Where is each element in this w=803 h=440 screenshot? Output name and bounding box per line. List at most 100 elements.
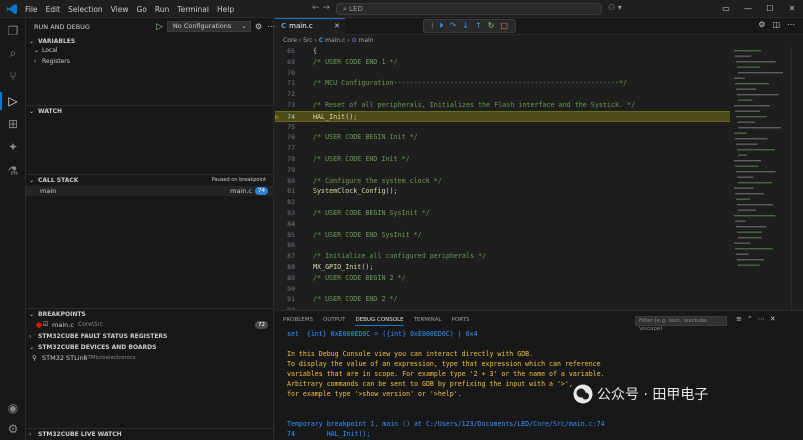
menu-run[interactable]: Run (155, 5, 169, 14)
code-line[interactable]: 77 (275, 143, 730, 154)
menu-go[interactable]: Go (136, 5, 146, 14)
tab-debug-console[interactable]: DEBUG CONSOLE (355, 317, 404, 326)
tab-problems[interactable]: PROBLEMS (283, 317, 313, 326)
layout-icon[interactable]: ▭ (715, 0, 737, 18)
source-control-icon[interactable]: ⑂ (6, 69, 20, 83)
device-item[interactable]: ⚲ STM32 STLink STMicroelectronics (26, 353, 274, 363)
console-line: for example type '>show version' or '>he… (287, 390, 462, 398)
code-line[interactable]: 76 /* USER CODE BEGIN Init */ (275, 132, 730, 143)
drag-handle-icon[interactable]: ⁞ (431, 20, 434, 32)
breakpoints-section-header[interactable]: ⌄ BREAKPOINTS (26, 309, 274, 320)
more-actions-icon[interactable]: ⋯ (758, 315, 765, 323)
copilot-icon[interactable]: ⚇ ▾ (608, 3, 622, 12)
code-line[interactable]: 73 /* Reset of all peripherals, Initializ… (275, 100, 730, 111)
maximize-panel-icon[interactable]: ⌃ (747, 315, 753, 323)
code-line[interactable]: 71 /* MCU Configuration------------------… (275, 78, 730, 89)
start-debugging-icon[interactable]: ▷ (156, 22, 163, 32)
tree-item-local[interactable]: ⌄ Local (34, 46, 58, 56)
code-line[interactable]: 72 (275, 89, 730, 100)
fault-registers-section-header[interactable]: › STM32CUBE FAULT STATUS REGISTERS (26, 331, 274, 342)
close-tab-icon[interactable]: ✕ (334, 19, 340, 34)
code-line[interactable]: 91 /* USER CODE END 2 */ (275, 294, 730, 305)
breakpoint-item[interactable]: ● ☑ main.c Core\Src 72 (26, 320, 274, 330)
devices-section-header[interactable]: ⌄ STM32CUBE DEVICES AND BOARDS (26, 342, 274, 353)
code-text: /* Reset of all peripherals, Initializes… (313, 101, 636, 109)
live-watch-section-header[interactable]: › STM32CUBE LIVE WATCH (26, 429, 274, 440)
close-icon[interactable]: ✕ (781, 0, 803, 18)
code-line[interactable]: 70 (275, 68, 730, 79)
run-settings-icon[interactable]: ⚙ (758, 20, 765, 29)
manage-gear-icon[interactable]: ⚙ (6, 422, 20, 436)
breadcrumb-symbol[interactable]: main (358, 37, 373, 44)
code-line[interactable]: 78 /* USER CODE END Init */ (275, 154, 730, 165)
breadcrumb-file[interactable]: main.c (325, 37, 345, 44)
tab-output[interactable]: OUTPUT (323, 317, 345, 326)
stop-icon[interactable]: □ (500, 20, 508, 32)
code-line[interactable]: 81 SystemClock_Config(); (275, 186, 730, 197)
console-filter-input[interactable]: Filter (e.g. text, !exclude, \escape) (635, 316, 727, 332)
minimize-icon[interactable]: — (737, 0, 759, 18)
minimap-line (737, 204, 773, 206)
code-line[interactable]: 90 (275, 284, 730, 295)
code-line[interactable]: 75 (275, 122, 730, 133)
search-icon[interactable]: ⌕ (6, 46, 20, 60)
code-line[interactable]: 87 /* Initialize all configured periphera… (275, 251, 730, 262)
code-line[interactable]: 65 { (275, 46, 730, 57)
menu-view[interactable]: View (111, 5, 129, 14)
restart-icon[interactable]: ↻ (488, 20, 495, 32)
code-line[interactable]: 69 /* USER CODE END 1 */ (275, 57, 730, 68)
split-editor-icon[interactable]: ◫ (772, 20, 780, 29)
code-line[interactable]: 88 MX_GPIO_Init(); (275, 262, 730, 273)
line-number: 88 (287, 263, 295, 271)
menu-edit[interactable]: Edit (46, 5, 61, 14)
accounts-icon[interactable]: ◉ (6, 401, 20, 415)
watch-section-header[interactable]: ⌄ WATCH (26, 106, 274, 117)
clear-console-icon[interactable]: ≡ (736, 315, 742, 323)
more-actions-icon[interactable]: ⋯ (267, 22, 275, 31)
code-line[interactable]: 84 (275, 219, 730, 230)
code-editor[interactable]: 65 {69 /* USER CODE END 1 */ 70 71 /* MCU Con… (275, 46, 730, 347)
menu-help[interactable]: Help (217, 5, 234, 14)
maximize-icon[interactable]: ☐ (759, 0, 781, 18)
more-actions-icon[interactable]: ⋯ (787, 20, 795, 29)
close-panel-icon[interactable]: ✕ (770, 315, 776, 323)
continue-icon[interactable]: ⏵ (440, 20, 444, 32)
variables-section-header[interactable]: ⌄ VARIABLES (26, 36, 274, 47)
step-into-icon[interactable]: ↓ (462, 20, 469, 32)
debug-console-output[interactable]: set {int} 0xE000ED0C = ({int} 0xE000ED0C… (287, 329, 787, 440)
menu-selection[interactable]: Selection (68, 5, 103, 14)
code-line[interactable]: 79 (275, 165, 730, 176)
breadcrumb-src[interactable]: Src (303, 37, 312, 44)
testing-icon[interactable]: ⚗ (6, 164, 20, 178)
menu-file[interactable]: File (25, 5, 38, 14)
checkbox-icon[interactable]: ☑ (43, 320, 48, 330)
menu-terminal[interactable]: Terminal (177, 5, 209, 14)
code-line[interactable]: 83 /* USER CODE BEGIN SysInit */ (275, 208, 730, 219)
code-line[interactable]: 82 (275, 197, 730, 208)
step-over-icon[interactable]: ↷ (450, 20, 457, 32)
code-line[interactable]: 85 /* USER CODE END SysInit */ (275, 230, 730, 241)
breadcrumb-core[interactable]: Core (283, 37, 297, 44)
code-line[interactable]: 89 /* USER CODE BEGIN 2 */ (275, 273, 730, 284)
minimap[interactable] (730, 46, 790, 310)
call-stack-frame[interactable]: main main.c 74 (26, 186, 274, 196)
extensions-icon[interactable]: ⊞ (6, 117, 20, 131)
explorer-icon[interactable]: ❐ (6, 24, 20, 38)
stm32-icon[interactable]: ✦ (6, 140, 20, 154)
call-stack-section-header[interactable]: ⌄ CALL STACK Paused on breakpoint (26, 175, 274, 186)
debug-config-select[interactable]: No Configurations ⌄ (166, 21, 251, 32)
command-center-search[interactable]: ⌕ LED (336, 3, 602, 15)
tab-terminal[interactable]: TERMINAL (414, 317, 442, 326)
code-line[interactable]: 80 /* Configure the system clock */ (275, 176, 730, 187)
code-line[interactable]: 86 (275, 240, 730, 251)
code-line[interactable]: ▷ 74 HAL_Init(); (275, 110, 730, 122)
line-number: 75 (287, 122, 295, 131)
config-gear-icon[interactable]: ⚙ (255, 22, 262, 31)
tab-main-c[interactable]: Cmain.c ✕ (275, 18, 345, 35)
tab-ports[interactable]: PORTS (452, 317, 470, 326)
run-debug-icon[interactable]: ▷ (6, 94, 20, 108)
step-out-icon[interactable]: ↑ (475, 20, 482, 32)
editor-scrollbar[interactable] (791, 46, 803, 310)
nav-arrows-icon[interactable]: ← → (312, 3, 330, 13)
tree-item-registers[interactable]: › Registers (34, 57, 70, 67)
